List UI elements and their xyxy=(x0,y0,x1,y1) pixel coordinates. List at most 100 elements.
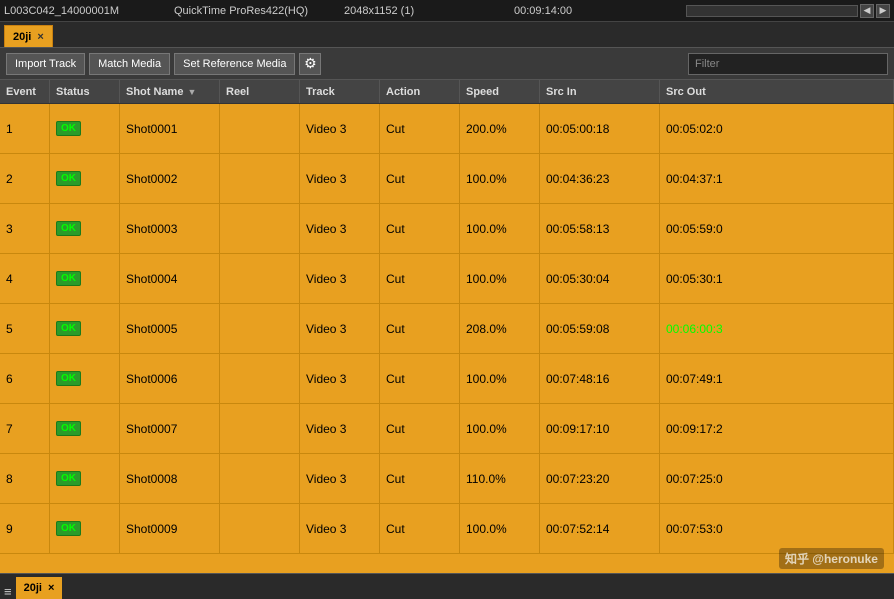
cell-srcout: 00:06:00:3 xyxy=(660,304,894,353)
table-container: Event Status Shot Name ▼ Reel Track Acti… xyxy=(0,80,894,573)
cell-action: Cut xyxy=(380,204,460,253)
col-header-srcin: Src In xyxy=(540,80,660,103)
table-row[interactable]: 5OKShot0005Video 3Cut208.0%00:05:59:0800… xyxy=(0,304,894,354)
cell-event: 2 xyxy=(0,154,50,203)
cell-action: Cut xyxy=(380,104,460,153)
cell-event: 8 xyxy=(0,454,50,503)
cell-track: Video 3 xyxy=(300,254,380,303)
tab-20ji[interactable]: 20ji × xyxy=(4,25,53,47)
table-row[interactable]: 6OKShot0006Video 3Cut100.0%00:07:48:1600… xyxy=(0,354,894,404)
status-badge: OK xyxy=(56,471,81,486)
cell-event: 4 xyxy=(0,254,50,303)
col-header-event: Event xyxy=(0,80,50,103)
cell-track: Video 3 xyxy=(300,354,380,403)
col-header-speed: Speed xyxy=(460,80,540,103)
col-header-srcout: Src Out xyxy=(660,80,894,103)
cell-srcin: 00:07:23:20 xyxy=(540,454,660,503)
cell-srcin: 00:05:00:18 xyxy=(540,104,660,153)
cell-speed: 208.0% xyxy=(460,304,540,353)
cell-action: Cut xyxy=(380,354,460,403)
cell-srcout: 00:05:02:0 xyxy=(660,104,894,153)
cell-shotname: Shot0004 xyxy=(120,254,220,303)
cell-srcout: 00:07:25:0 xyxy=(660,454,894,503)
bottom-tab-bar: ≡ 20ji × xyxy=(0,573,894,599)
cell-srcin: 00:05:59:08 xyxy=(540,304,660,353)
table-row[interactable]: 1OKShot0001Video 3Cut200.0%00:05:00:1800… xyxy=(0,104,894,154)
match-media-button[interactable]: Match Media xyxy=(89,53,170,75)
cell-srcout: 00:05:59:0 xyxy=(660,204,894,253)
cell-reel xyxy=(220,504,300,553)
cell-track: Video 3 xyxy=(300,404,380,453)
cell-event: 5 xyxy=(0,304,50,353)
cell-reel xyxy=(220,354,300,403)
cell-shotname: Shot0006 xyxy=(120,354,220,403)
cell-status: OK xyxy=(50,354,120,403)
prev-arrow[interactable]: ◀ xyxy=(860,4,874,18)
cell-shotname: Shot0009 xyxy=(120,504,220,553)
cell-status: OK xyxy=(50,504,120,553)
cell-shotname: Shot0005 xyxy=(120,304,220,353)
gear-button[interactable]: ⚙ xyxy=(299,53,321,75)
cell-event: 3 xyxy=(0,204,50,253)
tab-bar: 20ji × xyxy=(0,22,894,48)
gear-icon: ⚙ xyxy=(304,55,317,72)
table-row[interactable]: 4 OK Shot0004 Video 3Cut100.0%00:05:30:0400… xyxy=(0,254,894,304)
table-rows: 1OKShot0001Video 3Cut200.0%00:05:00:1800… xyxy=(0,104,894,573)
status-badge: OK xyxy=(56,221,81,236)
media-timecode: 00:09:14:00 xyxy=(514,5,684,17)
bottom-tab-label: 20ji xyxy=(24,582,42,594)
cell-speed: 100.0% xyxy=(460,354,540,403)
table-row[interactable]: 3OKShot0003Video 3Cut100.0%00:05:58:1300… xyxy=(0,204,894,254)
col-header-reel: Reel xyxy=(220,80,300,103)
cell-speed: 100.0% xyxy=(460,504,540,553)
cell-reel xyxy=(220,454,300,503)
cell-srcout: 00:07:49:1 xyxy=(660,354,894,403)
media-filename: L003C042_14000001M xyxy=(4,5,174,17)
cell-shotname: Shot0008 xyxy=(120,454,220,503)
status-badge: OK xyxy=(56,421,81,436)
cell-srcout: 00:07:53:0 xyxy=(660,504,894,553)
status-badge: OK xyxy=(56,121,81,136)
cell-srcout: 00:04:37:1 xyxy=(660,154,894,203)
cell-status: OK xyxy=(50,304,120,353)
bottom-icon: ≡ xyxy=(4,584,12,599)
import-track-button[interactable]: Import Track xyxy=(6,53,85,75)
cell-reel xyxy=(220,104,300,153)
cell-status: OK xyxy=(50,254,120,303)
col-header-action: Action xyxy=(380,80,460,103)
filter-input[interactable] xyxy=(688,53,888,75)
table-header: Event Status Shot Name ▼ Reel Track Acti… xyxy=(0,80,894,104)
cell-event: 7 xyxy=(0,404,50,453)
media-resolution: 2048x1152 (1) xyxy=(344,5,514,17)
table-row[interactable]: 2OKShot0002Video 3Cut100.0%00:04:36:2300… xyxy=(0,154,894,204)
sort-arrow-icon: ▼ xyxy=(187,87,196,97)
status-badge: OK xyxy=(56,271,81,286)
top-scrollbar[interactable] xyxy=(686,5,858,17)
cell-shotname: Shot0002 xyxy=(120,154,220,203)
status-badge: OK xyxy=(56,521,81,536)
cell-status: OK xyxy=(50,204,120,253)
table-row[interactable]: 7OKShot0007Video 3Cut100.0%00:09:17:1000… xyxy=(0,404,894,454)
set-reference-media-button[interactable]: Set Reference Media xyxy=(174,53,295,75)
cell-shotname: Shot0003 xyxy=(120,204,220,253)
table-row[interactable]: 9OKShot0009Video 3Cut100.0%00:07:52:1400… xyxy=(0,504,894,554)
cell-shotname: Shot0007 xyxy=(120,404,220,453)
bottom-tab-20ji[interactable]: 20ji × xyxy=(16,577,63,599)
cell-speed: 100.0% xyxy=(460,254,540,303)
table-row[interactable]: 8OKShot0008Video 3Cut110.0%00:07:23:2000… xyxy=(0,454,894,504)
next-arrow[interactable]: ▶ xyxy=(876,4,890,18)
cell-event: 9 xyxy=(0,504,50,553)
cell-srcout: 00:05:30:1 xyxy=(660,254,894,303)
tab-close-icon[interactable]: × xyxy=(37,31,43,43)
cell-srcin: 00:09:17:10 xyxy=(540,404,660,453)
cell-shotname: Shot0001 xyxy=(120,104,220,153)
bottom-tab-close[interactable]: × xyxy=(48,582,54,594)
cell-status: OK xyxy=(50,404,120,453)
cell-track: Video 3 xyxy=(300,104,380,153)
cell-speed: 200.0% xyxy=(460,104,540,153)
col-header-shotname[interactable]: Shot Name ▼ xyxy=(120,80,220,103)
cell-action: Cut xyxy=(380,254,460,303)
toolbar: Import Track Match Media Set Reference M… xyxy=(0,48,894,80)
cell-srcin: 00:05:30:04 xyxy=(540,254,660,303)
media-codec: QuickTime ProRes422(HQ) xyxy=(174,5,344,17)
